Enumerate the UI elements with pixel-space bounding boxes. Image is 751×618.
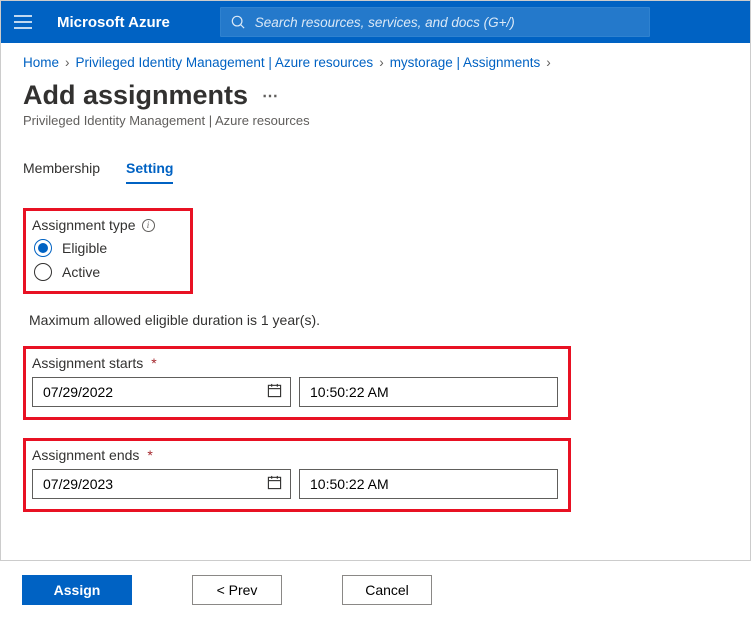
breadcrumb-home[interactable]: Home <box>23 55 59 70</box>
assignment-type-group: Assignment type i Eligible Active <box>23 208 193 294</box>
duration-note: Maximum allowed eligible duration is 1 y… <box>29 312 728 328</box>
breadcrumb: Home › Privileged Identity Management | … <box>23 55 728 70</box>
info-icon[interactable]: i <box>142 219 155 232</box>
calendar-icon[interactable] <box>267 475 282 493</box>
breadcrumb-mystorage[interactable]: mystorage | Assignments <box>390 55 541 70</box>
starts-time-input[interactable] <box>299 377 558 407</box>
assignment-type-label: Assignment type i <box>32 217 180 233</box>
calendar-icon[interactable] <box>267 383 282 401</box>
radio-icon-checked <box>34 239 52 257</box>
chevron-right-icon: › <box>546 55 551 70</box>
tab-membership[interactable]: Membership <box>23 154 100 184</box>
search-input[interactable] <box>253 14 639 31</box>
assignment-starts-label: Assignment starts * <box>32 355 558 371</box>
radio-active-label: Active <box>62 264 100 280</box>
breadcrumb-pim[interactable]: Privileged Identity Management | Azure r… <box>76 55 374 70</box>
assignment-ends-label-text: Assignment ends <box>32 447 139 463</box>
chevron-right-icon: › <box>379 55 384 70</box>
page-title: Add assignments ⋯ <box>23 80 728 111</box>
starts-time-field[interactable] <box>308 383 549 401</box>
required-asterisk: * <box>151 355 156 371</box>
radio-active[interactable]: Active <box>34 263 180 281</box>
assignment-ends-group: Assignment ends * <box>23 438 571 512</box>
assignment-type-label-text: Assignment type <box>32 217 136 233</box>
radio-icon-unchecked <box>34 263 52 281</box>
starts-date-input[interactable] <box>32 377 291 407</box>
page-subtitle: Privileged Identity Management | Azure r… <box>23 113 728 128</box>
footer-bar: Assign < Prev Cancel <box>0 560 751 618</box>
cancel-button[interactable]: Cancel <box>342 575 432 605</box>
radio-eligible[interactable]: Eligible <box>34 239 180 257</box>
ends-date-field[interactable] <box>41 475 267 493</box>
ends-date-input[interactable] <box>32 469 291 499</box>
search-icon <box>231 15 245 29</box>
assignment-ends-label: Assignment ends * <box>32 447 558 463</box>
starts-date-field[interactable] <box>41 383 267 401</box>
chevron-right-icon: › <box>65 55 70 70</box>
ends-time-field[interactable] <box>308 475 549 493</box>
assignment-starts-label-text: Assignment starts <box>32 355 143 371</box>
global-search[interactable] <box>220 7 650 37</box>
tabs: Membership Setting <box>23 148 728 184</box>
radio-eligible-label: Eligible <box>62 240 107 256</box>
more-actions-icon[interactable]: ⋯ <box>262 86 278 106</box>
menu-icon[interactable] <box>9 8 37 36</box>
ends-time-input[interactable] <box>299 469 558 499</box>
assign-button[interactable]: Assign <box>22 575 132 605</box>
main-content: Home › Privileged Identity Management | … <box>1 43 750 559</box>
tab-setting[interactable]: Setting <box>126 154 173 184</box>
prev-button[interactable]: < Prev <box>192 575 282 605</box>
required-asterisk: * <box>147 447 152 463</box>
assignment-starts-group: Assignment starts * <box>23 346 571 420</box>
page-title-text: Add assignments <box>23 80 248 111</box>
top-bar: Microsoft Azure <box>1 1 750 43</box>
brand-label: Microsoft Azure <box>57 14 170 31</box>
